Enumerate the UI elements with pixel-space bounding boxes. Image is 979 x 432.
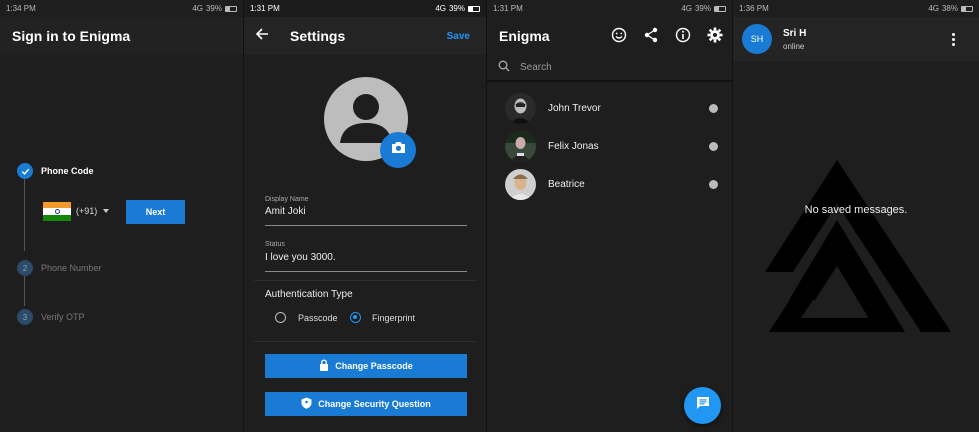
presence-status: online [783, 41, 805, 51]
next-button[interactable]: Next [126, 200, 185, 224]
back-arrow-icon[interactable] [244, 27, 280, 46]
status-bar: 1:31 PM 4G 39% [244, 0, 486, 17]
battery-percent: 39% [448, 4, 465, 13]
country-code[interactable]: (+91) [76, 206, 97, 216]
info-icon[interactable] [673, 25, 692, 44]
network-label: 4G [435, 4, 446, 13]
status-time: 1:31 PM [250, 4, 280, 13]
contact-name: Sri H [783, 27, 807, 39]
sign-in-screen: 1:34 PM 4G 39% Sign in to Enigma Phone C… [0, 0, 243, 432]
stepper-line [24, 179, 25, 251]
contact-name: Felix Jonas [548, 140, 599, 152]
step-label: Verify OTP [41, 312, 85, 322]
toolbar-actions [609, 25, 724, 44]
change-security-question-button[interactable]: Change Security Question [265, 392, 467, 416]
battery-icon [468, 5, 480, 12]
network-label: 4G [928, 4, 939, 13]
status-time: 1:36 PM [739, 4, 769, 13]
divider [254, 280, 476, 281]
presence-dot [709, 141, 718, 151]
auth-type-heading: Authentication Type [265, 289, 353, 300]
radio-label: Fingerprint [372, 313, 416, 323]
stepper-line [24, 276, 25, 306]
step-number: 3 [17, 309, 33, 325]
chat-list-item[interactable]: Felix Jonas [505, 129, 718, 163]
field-underline [265, 271, 467, 272]
gear-icon[interactable] [705, 25, 724, 44]
chat-list-item[interactable]: John Trevor [505, 91, 718, 125]
avatar [505, 130, 536, 162]
status-label: Status [265, 241, 285, 248]
empty-state-text: No saved messages. [804, 204, 908, 216]
status-bar: 1:34 PM 4G 39% [0, 0, 243, 17]
step-phone-code: Phone Code [17, 163, 94, 179]
avatar [505, 92, 536, 124]
smiley-icon[interactable] [609, 25, 628, 44]
step-label: Phone Code [41, 166, 94, 176]
display-name-label: Display Name [265, 196, 309, 203]
lock-icon [319, 359, 329, 373]
step-phone-number: 2 Phone Number [17, 260, 102, 276]
field-underline [265, 225, 467, 226]
status-field[interactable]: I love you 3000. [265, 252, 336, 263]
more-vert-icon[interactable] [952, 32, 955, 46]
app-title: Enigma [499, 28, 550, 44]
chat-list-item[interactable]: Beatrice [505, 167, 718, 201]
contact-name: Beatrice [548, 178, 585, 190]
step-label: Phone Number [41, 263, 102, 273]
settings-screen: 1:31 PM 4G 39% Settings Save Display Nam… [244, 0, 486, 432]
new-message-button[interactable] [684, 387, 721, 424]
india-flag-icon[interactable] [43, 202, 71, 221]
camera-icon [391, 141, 406, 159]
dropdown-caret-icon[interactable] [103, 209, 109, 213]
check-icon [17, 163, 33, 179]
presence-dot [709, 103, 718, 113]
message-icon [695, 395, 711, 416]
radio-label: Passcode [298, 313, 338, 323]
chat-list-screen: 1:31 PM 4G 39% Enigma Search John Trevor… [487, 0, 732, 432]
camera-button[interactable] [380, 132, 416, 168]
page-title: Settings [290, 28, 346, 44]
contact-header[interactable]: Sri H online [783, 28, 806, 51]
enigma-logo-watermark [765, 160, 951, 337]
page-title: Sign in to Enigma [12, 28, 131, 44]
network-label: 4G [681, 4, 692, 13]
avatar[interactable]: SH [742, 24, 772, 54]
battery-icon [225, 5, 237, 12]
status-bar: 1:36 PM 4G 38% [733, 0, 979, 17]
search-icon [498, 59, 510, 77]
app-bar: Settings Save [244, 17, 486, 55]
divider [254, 341, 476, 342]
status-bar: 1:31 PM 4G 39% [487, 0, 732, 17]
step-verify-otp: 3 Verify OTP [17, 309, 85, 325]
status-time: 1:34 PM [6, 4, 36, 13]
battery-percent: 38% [941, 4, 958, 13]
button-label: Change Passcode [335, 361, 413, 371]
saved-messages-screen: 1:36 PM 4G 38% SH Sri H online No saved … [733, 0, 979, 432]
status-time: 1:31 PM [493, 4, 523, 13]
change-passcode-button[interactable]: Change Passcode [265, 354, 467, 378]
search-input[interactable]: Search [520, 62, 552, 73]
button-label: Change Security Question [318, 399, 431, 409]
network-label: 4G [192, 4, 203, 13]
fingerprint-radio[interactable] [350, 312, 361, 323]
battery-percent: 39% [694, 4, 711, 13]
passcode-radio[interactable] [275, 312, 286, 323]
shield-icon [301, 397, 312, 411]
search-bar[interactable]: Search [487, 55, 732, 82]
battery-icon [714, 5, 726, 12]
battery-percent: 39% [205, 4, 222, 13]
display-name-field[interactable]: Amit Joki [265, 206, 306, 217]
presence-dot [709, 179, 718, 189]
save-button[interactable]: Save [447, 31, 470, 42]
share-icon[interactable] [641, 25, 660, 44]
battery-icon [961, 5, 973, 12]
avatar [505, 168, 536, 200]
app-bar: Sign in to Enigma [0, 17, 243, 55]
step-number: 2 [17, 260, 33, 276]
app-bar: SH Sri H online [733, 17, 979, 61]
contact-name: John Trevor [548, 102, 601, 114]
